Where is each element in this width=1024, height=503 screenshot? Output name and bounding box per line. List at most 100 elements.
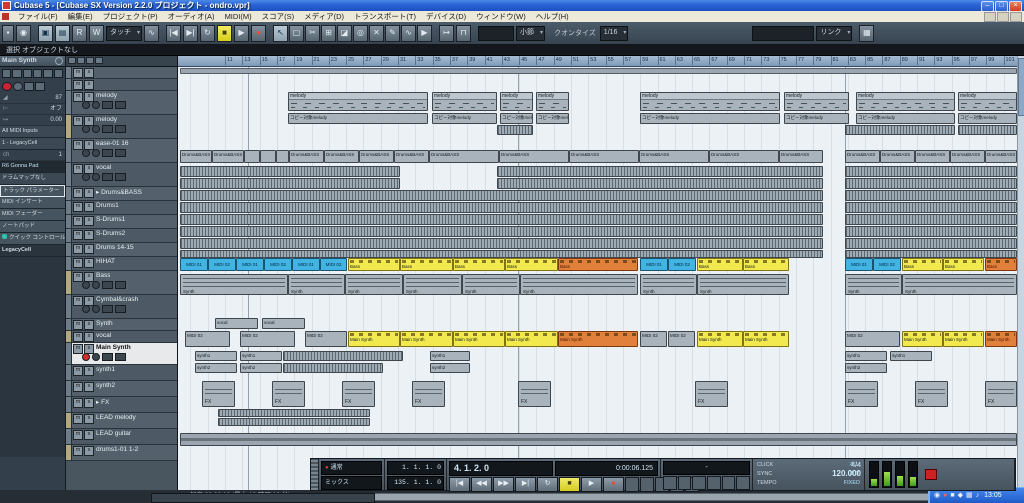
part-synth1[interactable]: synth1 bbox=[240, 351, 282, 361]
autoscroll-button[interactable]: ↦ bbox=[439, 25, 454, 42]
mute-button[interactable]: m bbox=[73, 382, 83, 392]
part-synth1[interactable]: synth1 bbox=[430, 351, 470, 361]
track-row-Drums 14-15[interactable]: msDrums 14-15 bbox=[66, 243, 177, 257]
left-locator-display[interactable]: 1. 1. 1. 0 bbox=[387, 461, 444, 475]
solo-button[interactable]: s bbox=[84, 80, 94, 90]
track-row-S-Drums2[interactable]: msS-Drums2 bbox=[66, 229, 177, 243]
track-row-Cymbal&crash[interactable]: msCymbal&crash bbox=[66, 295, 177, 319]
mute-button[interactable]: m bbox=[73, 80, 83, 90]
part-Drums&BASS[interactable]: Drums&BASS bbox=[394, 150, 429, 163]
menu-item-2[interactable]: プロジェクト(P) bbox=[98, 11, 163, 22]
automation-follow-button[interactable]: ▤ bbox=[55, 25, 70, 42]
track-row-HIHAT[interactable]: msHIHAT bbox=[66, 257, 177, 271]
part-Bass[interactable]: Bass bbox=[453, 258, 505, 271]
track-row-Drums&BASS[interactable]: ms▸ Drums&BASS bbox=[66, 187, 177, 201]
add-track-icon[interactable] bbox=[68, 57, 76, 64]
solo-button[interactable]: s bbox=[84, 188, 94, 198]
mute-button[interactable]: m bbox=[73, 320, 83, 330]
part-Drums&BASS[interactable]: Drums&BASS bbox=[985, 150, 1017, 163]
part[interactable] bbox=[180, 238, 823, 249]
curve-button[interactable]: ∿ bbox=[144, 25, 159, 42]
grid-combo[interactable]: リンク bbox=[816, 26, 852, 41]
part[interactable] bbox=[283, 351, 403, 361]
solo-button[interactable]: s bbox=[84, 398, 94, 408]
part-Bass[interactable]: Bass bbox=[697, 258, 743, 271]
part-melody[interactable]: melody bbox=[784, 92, 849, 111]
record-button[interactable]: ● bbox=[251, 25, 266, 42]
inspector-section-2[interactable]: ノートパッド bbox=[0, 221, 65, 233]
part-melody[interactable]: melody bbox=[432, 92, 497, 111]
tool-button-3[interactable]: ⊞ bbox=[321, 25, 336, 42]
part-synth2[interactable]: synth2 bbox=[240, 363, 282, 373]
vertical-scrollbar[interactable] bbox=[1017, 56, 1024, 490]
horizontal-scrollbar[interactable] bbox=[372, 493, 932, 501]
part-FX[interactable]: FX bbox=[518, 381, 551, 407]
part-Main Synth[interactable]: Main Synth bbox=[697, 331, 743, 347]
part-Bass[interactable]: Bass bbox=[505, 258, 558, 271]
track-row-FX[interactable]: ms▸ FX bbox=[66, 397, 177, 413]
track-controls[interactable] bbox=[82, 353, 126, 361]
transport-button-2[interactable]: ▶▶ bbox=[493, 477, 514, 492]
part-melody[interactable]: melody bbox=[640, 92, 780, 111]
automation-read-button[interactable]: R bbox=[72, 25, 87, 42]
part-MIDI 02[interactable]: MIDI 02 bbox=[668, 331, 695, 347]
solo-button[interactable]: s bbox=[84, 202, 94, 212]
track-row-1[interactable]: ms bbox=[66, 79, 177, 91]
drum-map-combo[interactable]: ドラムマップなし bbox=[0, 173, 65, 185]
part-vocal[interactable]: vocal bbox=[262, 318, 305, 329]
solo-button[interactable]: s bbox=[84, 430, 94, 440]
part-Bass[interactable]: Bass bbox=[902, 258, 943, 271]
transport-button-1[interactable]: ◀◀ bbox=[471, 477, 492, 492]
solo-button[interactable]: s bbox=[84, 446, 94, 456]
part-MIDI 02[interactable]: MIDI 02 bbox=[240, 331, 295, 347]
part-コピー対象melody[interactable]: コピー対象melody bbox=[288, 113, 428, 124]
lock-icon[interactable] bbox=[35, 82, 45, 91]
mute-button[interactable]: m bbox=[73, 216, 83, 226]
goto-start-button[interactable]: |◀ bbox=[166, 25, 181, 42]
snap-button[interactable]: ⊓ bbox=[456, 25, 471, 42]
track-controls[interactable] bbox=[82, 149, 126, 157]
tool-button-4[interactable]: ◪ bbox=[337, 25, 352, 42]
part-synth1[interactable]: synth1 bbox=[845, 351, 887, 361]
tool-button-8[interactable]: ∿ bbox=[401, 25, 416, 42]
menu-item-6[interactable]: メディア(D) bbox=[299, 11, 349, 22]
part[interactable] bbox=[276, 150, 289, 163]
part-Main Synth[interactable]: Main Synth bbox=[902, 331, 943, 347]
part-Main Synth[interactable]: Main Synth bbox=[505, 331, 558, 347]
part[interactable] bbox=[180, 178, 400, 189]
constrain-button[interactable]: ▣ bbox=[38, 25, 53, 42]
part[interactable] bbox=[180, 190, 823, 201]
part-コピー対象melody[interactable]: コピー対象melody bbox=[856, 113, 955, 124]
part-synth1[interactable]: synth1 bbox=[890, 351, 932, 361]
part[interactable] bbox=[180, 202, 823, 213]
position-display[interactable]: 4. 1. 2. 0 bbox=[449, 461, 553, 476]
part-MIDI 02[interactable]: MIDI 02 bbox=[873, 258, 901, 271]
solo-button[interactable]: s bbox=[84, 68, 94, 78]
pan-row[interactable]: ⊢オフ bbox=[0, 104, 65, 115]
part-コピー対象melody[interactable]: コピー対象melody bbox=[958, 113, 1017, 124]
solo-button[interactable]: s bbox=[84, 244, 94, 254]
window-setup-button[interactable]: ▪ bbox=[2, 25, 14, 42]
part-Synth[interactable]: Synth bbox=[845, 274, 902, 295]
stop-button[interactable]: ■ bbox=[217, 25, 232, 42]
automation-mode-combo[interactable]: タッチ bbox=[106, 26, 142, 41]
track-row-Synth[interactable]: msSynth bbox=[66, 319, 177, 331]
transport-button-4[interactable]: ↻ bbox=[537, 477, 558, 492]
part[interactable] bbox=[283, 363, 383, 373]
part-Synth[interactable]: Synth bbox=[345, 274, 403, 295]
menu-item-7[interactable]: トランスポート(T) bbox=[349, 11, 421, 22]
marker-display[interactable]: - bbox=[663, 461, 750, 475]
part-Drums&BASS[interactable]: Drums&BASS bbox=[324, 150, 359, 163]
track-controls[interactable] bbox=[82, 305, 126, 313]
part-FX[interactable]: FX bbox=[272, 381, 305, 407]
part-Synth[interactable]: Synth bbox=[640, 274, 697, 295]
part-MIDI 02[interactable]: MIDI 02 bbox=[668, 258, 696, 271]
transport-button-7[interactable]: ● bbox=[603, 477, 624, 492]
part-synth2[interactable]: synth2 bbox=[845, 363, 887, 373]
mute-button[interactable]: m bbox=[73, 244, 83, 254]
part-Bass[interactable]: Bass bbox=[985, 258, 1017, 271]
pre-roll-button-0[interactable] bbox=[625, 477, 639, 492]
right-locator-display[interactable]: 135. 1. 1. 0 bbox=[387, 476, 444, 490]
track-row-Main Synth[interactable]: msMain Synth bbox=[66, 343, 177, 365]
transport-button-0[interactable]: |◀ bbox=[449, 477, 470, 492]
